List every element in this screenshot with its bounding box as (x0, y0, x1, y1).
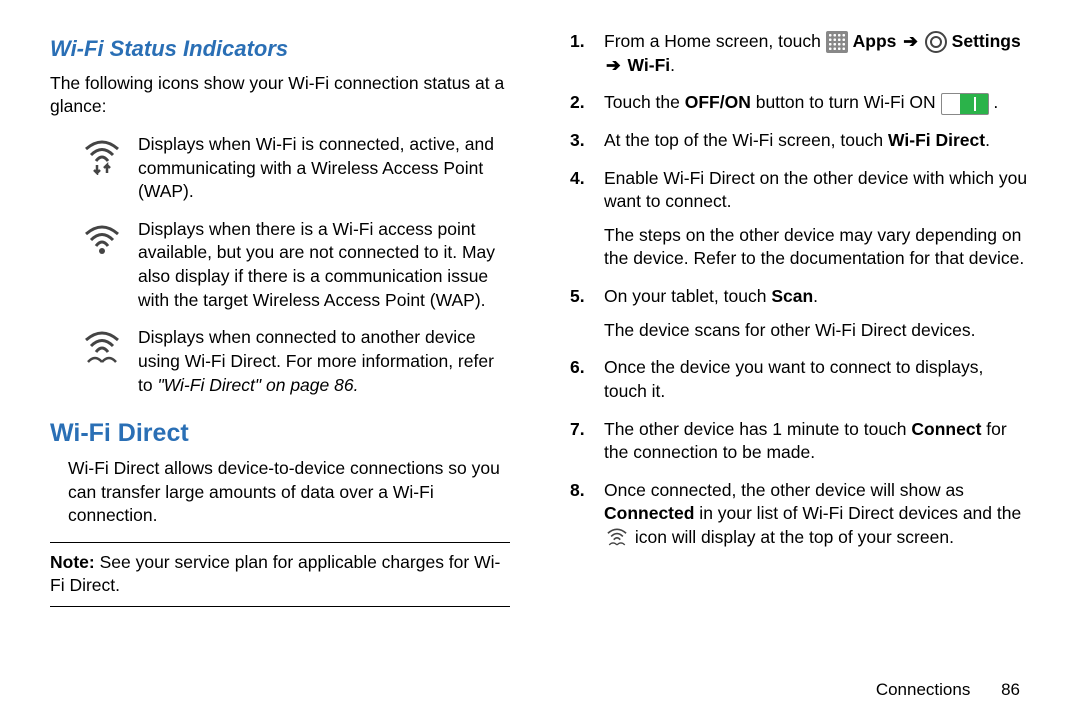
footer-section: Connections (876, 680, 971, 699)
step-3: At the top of the Wi-Fi screen, touch Wi… (570, 129, 1030, 153)
step-7: The other device has 1 minute to touch C… (570, 418, 1030, 465)
apps-icon (826, 31, 848, 53)
right-column: From a Home screen, touch Apps ➔ Setting… (570, 30, 1030, 700)
wifi-direct-icon (80, 326, 124, 397)
note-text: See your service plan for applicable cha… (50, 552, 500, 596)
indicator-direct: Displays when connected to another devic… (80, 326, 510, 397)
wifi-direct-small-icon (604, 528, 630, 548)
wifi-status-heading: Wi-Fi Status Indicators (50, 34, 510, 64)
wifi-connected-icon (80, 133, 124, 204)
indicator-connected-text: Displays when Wi-Fi is connected, active… (138, 133, 510, 204)
indicator-available: Displays when there is a Wi-Fi access po… (80, 218, 510, 313)
indicator-available-text: Displays when there is a Wi-Fi access po… (138, 218, 510, 313)
wifi-direct-intro: Wi-Fi Direct allows device-to-device con… (50, 457, 510, 528)
note-block: Note: See your service plan for applicab… (50, 542, 510, 607)
arrow-icon: ➔ (604, 55, 623, 75)
page-footer: Connections 86 (876, 680, 1020, 700)
wifi-status-intro: The following icons show your Wi-Fi conn… (50, 72, 510, 119)
steps-list: From a Home screen, touch Apps ➔ Setting… (570, 30, 1030, 550)
step-1: From a Home screen, touch Apps ➔ Setting… (570, 30, 1030, 77)
step-6: Once the device you want to connect to d… (570, 356, 1030, 403)
arrow-icon: ➔ (901, 31, 920, 51)
left-column: Wi-Fi Status Indicators The following ic… (50, 30, 510, 700)
toggle-on-icon (941, 93, 989, 115)
step-2: Touch the OFF/ON button to turn Wi-Fi ON… (570, 91, 1030, 115)
note-label: Note: (50, 552, 95, 572)
wifi-available-icon (80, 218, 124, 313)
indicator-connected: Displays when Wi-Fi is connected, active… (80, 133, 510, 204)
footer-page: 86 (1001, 680, 1020, 699)
step-8: Once connected, the other device will sh… (570, 479, 1030, 550)
wifi-direct-heading: Wi-Fi Direct (50, 417, 510, 451)
step-4: Enable Wi-Fi Direct on the other device … (570, 167, 1030, 272)
indicator-direct-text: Displays when connected to another devic… (138, 326, 510, 397)
step-5: On your tablet, touch Scan. The device s… (570, 285, 1030, 342)
settings-icon (925, 31, 947, 53)
